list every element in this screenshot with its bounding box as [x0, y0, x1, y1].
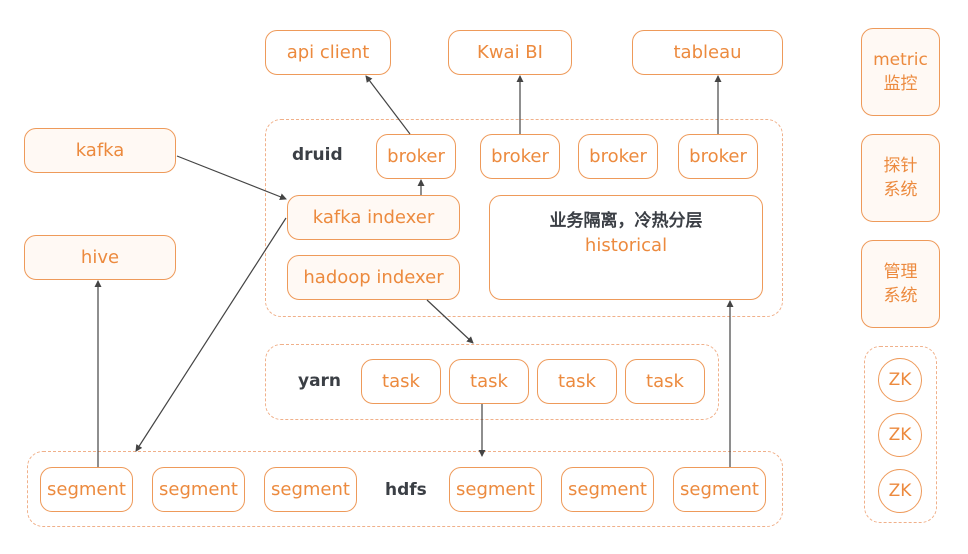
zk-node: ZK [878, 358, 922, 402]
segment-node: segment [673, 467, 766, 512]
side-line1: 探针 [883, 156, 918, 176]
probe-system-node: 探针 系统 [861, 134, 940, 222]
task-node: task [361, 359, 441, 404]
tableau-node: tableau [632, 30, 783, 75]
hadoop-indexer-node: hadoop indexer [287, 255, 460, 300]
side-line2: 系统 [883, 180, 918, 200]
task-node: task [449, 359, 529, 404]
task-node: task [625, 359, 705, 404]
api-client-node: api client [265, 30, 391, 75]
yarn-label: yarn [298, 371, 342, 391]
broker-node: broker [480, 134, 560, 179]
segment-node: segment [449, 467, 542, 512]
broker-node: broker [376, 134, 456, 179]
task-node: task [537, 359, 617, 404]
metric-monitor-node: metric 监控 [861, 28, 940, 116]
management-system-node: 管理 系统 [861, 240, 940, 328]
segment-node: segment [264, 467, 357, 512]
segment-node: segment [152, 467, 245, 512]
side-line2: 监控 [883, 74, 918, 94]
zk-node: ZK [878, 413, 922, 457]
historical-label: historical [584, 235, 668, 256]
kwai-bi-node: Kwai BI [448, 30, 572, 75]
hdfs-label: hdfs [385, 480, 427, 500]
druid-label: druid [292, 145, 343, 165]
side-line2: 系统 [883, 286, 918, 306]
hive-node: hive [24, 235, 176, 280]
broker-node: broker [678, 134, 758, 179]
kafka-indexer-node: kafka indexer [287, 195, 460, 240]
kafka-source-node: kafka [24, 128, 176, 173]
historical-title: 业务隔离，冷热分层 [549, 211, 703, 231]
segment-node: segment [40, 467, 133, 512]
segment-node: segment [561, 467, 654, 512]
broker-node: broker [578, 134, 658, 179]
historical-node: 业务隔离，冷热分层 historical [489, 195, 763, 300]
zk-node: ZK [878, 469, 922, 513]
side-line1: metric [873, 50, 928, 70]
side-line1: 管理 [883, 262, 918, 282]
